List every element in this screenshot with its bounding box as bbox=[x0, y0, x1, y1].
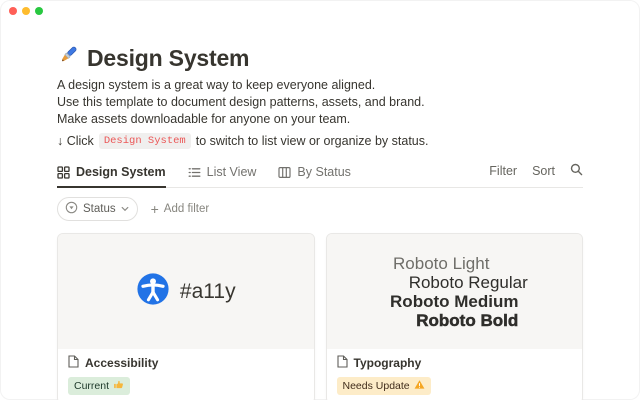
tab-list-view[interactable]: List View bbox=[188, 165, 257, 188]
card-title: Typography bbox=[354, 356, 422, 370]
add-filter-label: Add filter bbox=[164, 203, 209, 215]
warning-icon bbox=[414, 379, 425, 393]
add-filter-button[interactable]: + Add filter bbox=[151, 203, 210, 215]
cover-text: #a11y bbox=[180, 280, 236, 304]
accessibility-icon bbox=[136, 272, 170, 311]
card-accessibility[interactable]: #a11y Accessibility Curr bbox=[57, 233, 315, 400]
view-tab-bar: Design System List View bbox=[57, 163, 583, 188]
card-title-row: Accessibility bbox=[68, 355, 304, 371]
tab-label: Design System bbox=[76, 165, 166, 179]
card-title-row: Typography bbox=[337, 355, 573, 371]
hint-suffix: to switch to list view or organize by st… bbox=[196, 134, 429, 148]
status-badge: Needs Update bbox=[337, 377, 431, 395]
status-filter-chip[interactable]: Status bbox=[57, 197, 138, 221]
paintbrush-icon bbox=[57, 45, 78, 71]
board-view-icon bbox=[278, 166, 291, 179]
sort-button[interactable]: Sort bbox=[532, 164, 555, 178]
zoom-window-button[interactable] bbox=[35, 7, 43, 15]
description-line: Use this template to document design pat… bbox=[57, 94, 583, 111]
description-line: Make assets downloadable for anyone on y… bbox=[57, 111, 583, 128]
app-window: Design System A design system is a great… bbox=[0, 0, 640, 400]
font-specimen: Roboto Light Roboto Regular Roboto Mediu… bbox=[390, 254, 518, 330]
card-title: Accessibility bbox=[85, 356, 158, 370]
page-content: Design System A design system is a great… bbox=[0, 0, 640, 400]
inline-code-chip: Design System bbox=[99, 133, 191, 149]
tab-by-status[interactable]: By Status bbox=[278, 165, 351, 188]
specimen-line: Roboto Bold bbox=[416, 311, 518, 330]
page-header: Design System bbox=[57, 45, 583, 71]
filter-bar: Status + Add filter bbox=[57, 197, 583, 221]
tab-design-system[interactable]: Design System bbox=[57, 165, 166, 188]
page-doc-icon bbox=[337, 355, 348, 371]
thumbs-up-icon bbox=[113, 379, 124, 393]
page-title: Design System bbox=[87, 45, 249, 72]
plus-icon: + bbox=[151, 204, 159, 214]
view-controls: Filter Sort bbox=[489, 163, 583, 187]
search-icon[interactable] bbox=[570, 163, 583, 179]
window-controls bbox=[9, 7, 43, 15]
specimen-line: Roboto Medium bbox=[390, 292, 518, 311]
tab-label: By Status bbox=[297, 165, 351, 179]
card-body: Typography Needs Update bbox=[327, 349, 583, 400]
hint-line: ↓ Click Design System to switch to list vi… bbox=[57, 133, 583, 149]
list-view-icon bbox=[188, 166, 201, 179]
description-line: A design system is a great way to keep e… bbox=[57, 77, 583, 94]
chevron-down-icon bbox=[121, 203, 129, 215]
page-doc-icon bbox=[68, 355, 79, 371]
close-window-button[interactable] bbox=[9, 7, 17, 15]
gallery-view-icon bbox=[57, 166, 70, 179]
gallery-grid: #a11y Accessibility Curr bbox=[57, 233, 583, 400]
card-cover: Roboto Light Roboto Regular Roboto Mediu… bbox=[327, 234, 583, 349]
page-description: A design system is a great way to keep e… bbox=[57, 77, 583, 128]
card-cover: #a11y bbox=[58, 234, 314, 349]
status-chip-label: Status bbox=[83, 203, 116, 215]
status-badge: Current bbox=[68, 377, 130, 395]
card-typography[interactable]: Roboto Light Roboto Regular Roboto Mediu… bbox=[326, 233, 584, 400]
badge-label: Current bbox=[74, 380, 109, 392]
status-property-icon bbox=[65, 201, 78, 217]
tab-label: List View bbox=[207, 165, 257, 179]
filter-button[interactable]: Filter bbox=[489, 164, 517, 178]
badge-label: Needs Update bbox=[343, 380, 410, 392]
specimen-line: Roboto Regular bbox=[409, 273, 528, 292]
specimen-line: Roboto Light bbox=[393, 254, 489, 273]
card-body: Accessibility Current bbox=[58, 349, 314, 400]
minimize-window-button[interactable] bbox=[22, 7, 30, 15]
hint-prefix: ↓ Click bbox=[57, 134, 94, 148]
